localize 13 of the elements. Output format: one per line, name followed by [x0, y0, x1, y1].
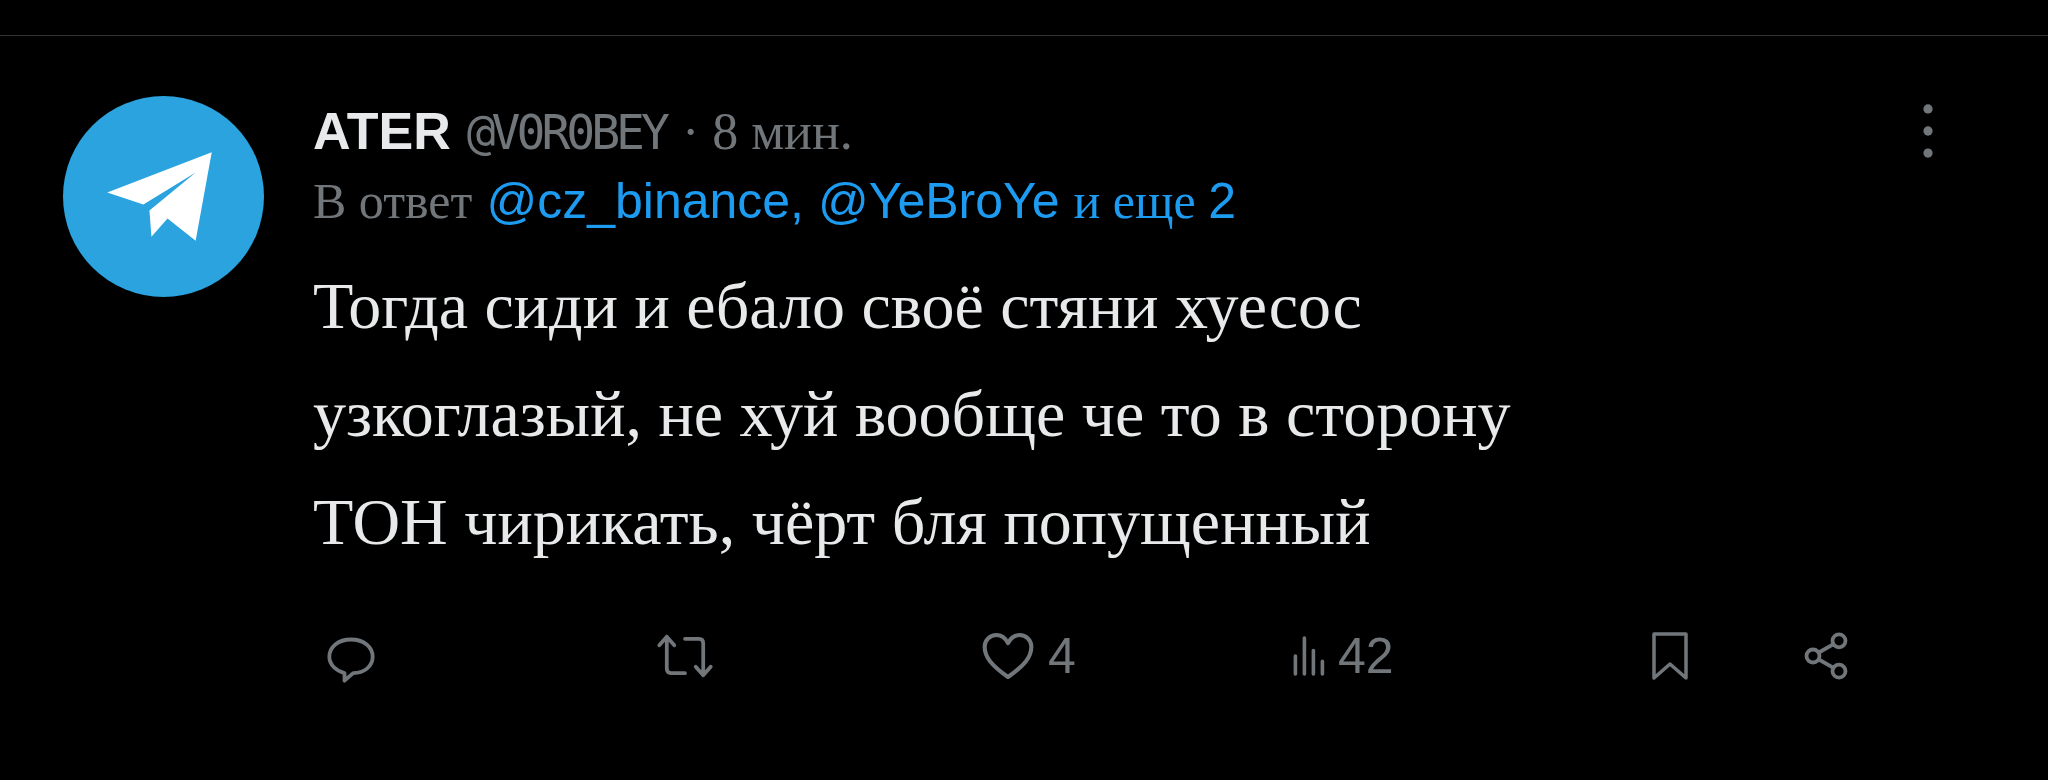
heart-icon[interactable] [980, 630, 1036, 682]
author-handle[interactable]: @V0R0BEY [466, 104, 666, 160]
tweet-text: Тогда сиди и ебало своё стяни хуесос узкоглазый, не хуй вообще че то в сторону ТОН чирикать, чёрт бля попущенный [313, 268, 1512, 560]
like-count: 4 [1048, 627, 1076, 685]
author-name[interactable]: ATER [313, 101, 451, 161]
more-options-icon[interactable] [1921, 102, 1935, 160]
mention-link[interactable]: @cz_binance, @YeBroYe [486, 172, 1060, 230]
more-mentions-link[interactable]: и еще 2 [1073, 172, 1237, 230]
bookmark-icon[interactable] [1650, 630, 1690, 682]
views-count: 42 [1338, 627, 1394, 685]
telegram-avatar-icon[interactable] [63, 96, 264, 297]
post-time: · 8 мин. [681, 102, 853, 161]
reply-label: В ответ [313, 172, 473, 230]
